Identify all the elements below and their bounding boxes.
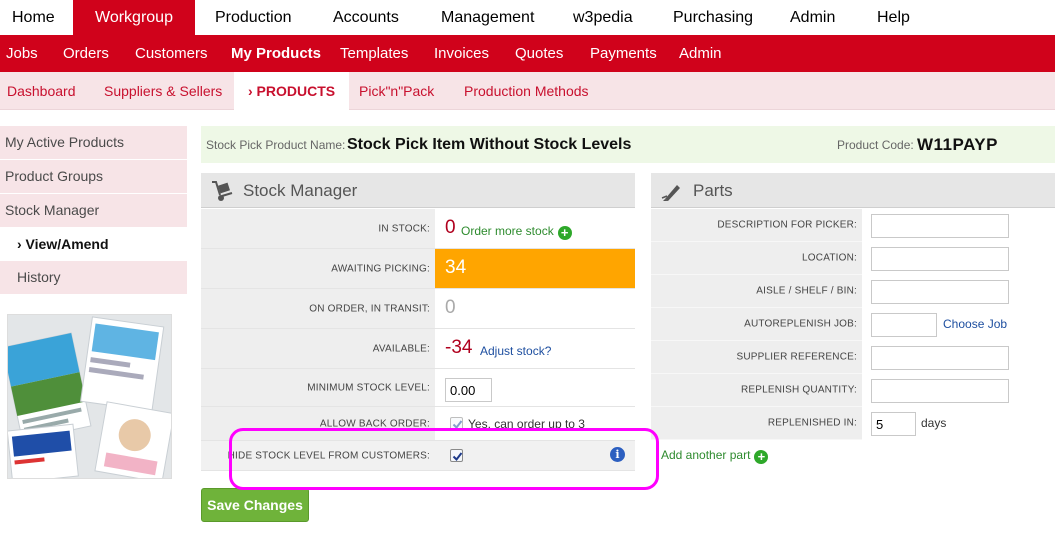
hide-stock-level-label: HIDE STOCK LEVEL FROM CUSTOMERS: [227,450,430,461]
in-stock-row: IN STOCK: 0 Order more stock + [201,209,635,249]
product-code: W11PAYP [917,135,998,154]
allow-back-order-row: ALLOW BACK ORDER: Yes, can order up to 3 [201,407,635,441]
replenish-quantity-label: REPLENISH QUANTITY: [740,384,857,396]
info-icon[interactable]: i [610,447,625,462]
add-icon: + [557,226,572,240]
sidebar-item-view-amend[interactable]: › View/Amend [0,228,187,261]
aisle-shelf-bin-row: AISLE / SHELF / BIN: [651,275,1055,308]
allow-back-order-checkbox[interactable] [450,417,463,430]
sub-nav-orders[interactable]: Orders [63,35,109,72]
product-image [7,314,172,479]
tab-products[interactable]: › PRODUCTS [234,72,350,110]
available-value: -34 [445,337,473,358]
available-label: AVAILABLE: [372,343,430,354]
tab-suppliers-sellers[interactable]: Suppliers & Sellers [104,72,222,110]
adjust-stock-link[interactable]: Adjust stock? [480,344,551,358]
replenish-quantity-row: REPLENISH QUANTITY: [651,374,1055,407]
allow-back-order-text: Yes, can order up to 3 [468,417,585,431]
in-stock-value: 0 [445,217,456,238]
hide-stock-level-checkbox[interactable] [450,449,463,462]
replenished-in-input[interactable] [871,412,916,436]
sub-nav-payments[interactable]: Payments [590,35,657,72]
top-nav-purchasing[interactable]: Purchasing [673,0,753,35]
minimum-stock-input[interactable] [445,378,492,402]
sub-nav: Jobs Orders Customers My Products Templa… [0,35,1055,72]
autoreplenish-job-label: AUTOREPLENISH JOB: [744,318,857,330]
supplier-reference-label: SUPPLIER REFERENCE: [736,351,857,363]
supplier-reference-input[interactable] [871,346,1009,370]
parts-title: Parts [693,181,733,200]
location-label: LOCATION: [802,252,857,264]
hand-truck-icon [210,180,234,202]
allow-back-order-label: ALLOW BACK ORDER: [319,418,430,429]
sub-nav-jobs[interactable]: Jobs [6,35,38,72]
autoreplenish-job-input[interactable] [871,313,937,337]
top-nav-workgroup[interactable]: Workgroup [73,0,195,35]
awaiting-picking-value: 34 [445,257,467,278]
replenish-quantity-input[interactable] [871,379,1009,403]
product-name: Stock Pick Item Without Stock Levels [347,136,632,153]
on-order-row: ON ORDER, IN TRANSIT: 0 [201,289,635,329]
sidebar-item-my-active-products[interactable]: My Active Products [0,126,187,159]
top-nav-admin[interactable]: Admin [790,0,835,35]
autoreplenish-job-row: AUTOREPLENISH JOB: Choose Job [651,308,1055,341]
minimum-stock-row: MINIMUM STOCK LEVEL: [201,369,635,407]
pen-icon [660,180,684,202]
sub-nav-my-products[interactable]: My Products [231,35,321,72]
section-tabs: Dashboard Suppliers & Sellers › PRODUCTS… [0,72,1055,110]
aisle-shelf-bin-label: AISLE / SHELF / BIN: [756,285,857,297]
stock-manager-header: Stock Manager [201,173,635,208]
awaiting-picking-label: AWAITING PICKING: [331,263,430,274]
product-name-label: Stock Pick Product Name: [206,138,346,152]
in-stock-label: IN STOCK: [378,223,430,234]
top-nav-production[interactable]: Production [215,0,292,35]
save-changes-button[interactable]: Save Changes [201,488,309,522]
sub-nav-admin[interactable]: Admin [679,35,722,72]
product-header: Stock Pick Product Name: Stock Pick Item… [201,126,1055,163]
hide-stock-level-row: HIDE STOCK LEVEL FROM CUSTOMERS: i [201,441,635,471]
parts-header: Parts [651,173,1055,208]
top-nav-help[interactable]: Help [877,0,910,35]
sub-nav-quotes[interactable]: Quotes [515,35,563,72]
supplier-reference-row: SUPPLIER REFERENCE: [651,341,1055,374]
sidebar-item-stock-manager[interactable]: Stock Manager [0,194,187,227]
sub-nav-invoices[interactable]: Invoices [434,35,489,72]
sidebar-item-product-groups[interactable]: Product Groups [0,160,187,193]
top-nav-management[interactable]: Management [441,0,534,35]
product-code-label: Product Code: [837,138,914,152]
location-row: LOCATION: [651,242,1055,275]
sub-nav-templates[interactable]: Templates [340,35,408,72]
desc-for-picker-label: DESCRIPTION FOR PICKER: [717,219,857,231]
top-nav-w3pedia[interactable]: w3pedia [573,0,633,35]
on-order-value: 0 [445,297,456,318]
desc-for-picker-input[interactable] [871,214,1009,238]
replenished-in-label: REPLENISHED IN: [767,417,857,429]
top-nav: Home Workgroup Production Accounts Manag… [0,0,1055,35]
minimum-stock-label: MINIMUM STOCK LEVEL: [307,382,430,393]
available-row: AVAILABLE: -34 Adjust stock? [201,329,635,369]
aisle-shelf-bin-input[interactable] [871,280,1009,304]
tab-pick-n-pack[interactable]: Pick"n"Pack [359,72,434,110]
stock-manager-title: Stock Manager [243,181,358,200]
location-input[interactable] [871,247,1009,271]
add-another-part-link[interactable]: Add another part + [661,448,769,464]
order-more-stock-link[interactable]: Order more stock + [461,224,572,240]
tab-production-methods[interactable]: Production Methods [464,72,589,110]
sidebar-item-history[interactable]: History [0,261,187,294]
awaiting-picking-row: AWAITING PICKING: 34 [201,249,635,289]
choose-job-link[interactable]: Choose Job [943,317,1007,331]
sub-nav-customers[interactable]: Customers [135,35,208,72]
add-part-icon: + [754,450,769,464]
on-order-label: ON ORDER, IN TRANSIT: [309,303,430,314]
days-label: days [921,416,947,430]
desc-for-picker-row: DESCRIPTION FOR PICKER: [651,209,1055,242]
top-nav-home[interactable]: Home [12,0,55,35]
tab-dashboard[interactable]: Dashboard [7,72,76,110]
top-nav-accounts[interactable]: Accounts [333,0,399,35]
replenished-in-row: REPLENISHED IN: days [651,407,1055,440]
